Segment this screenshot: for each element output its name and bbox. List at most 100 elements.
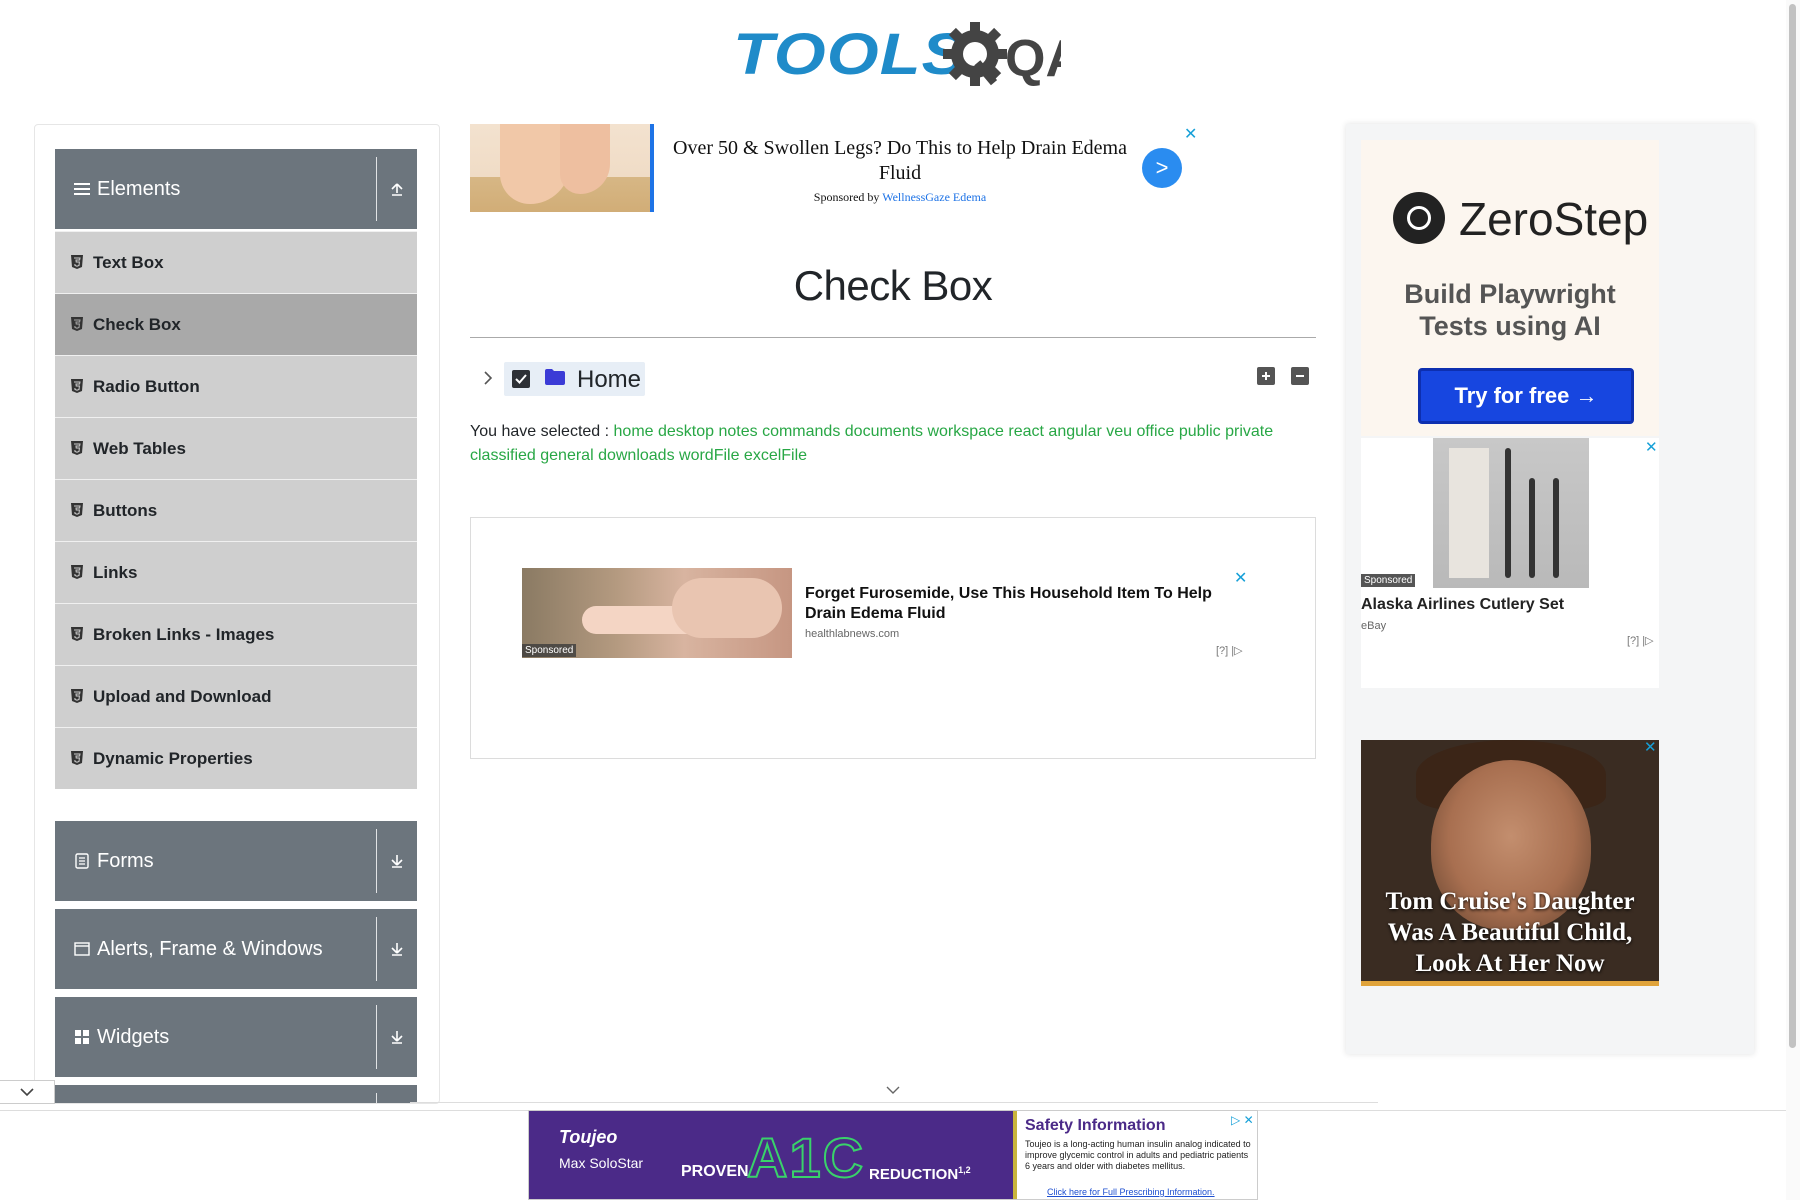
zerostep-tagline: Build Playwright Tests using AI: [1404, 279, 1616, 341]
sidebar: Elements Text Box Check Box Radio Button…: [34, 124, 440, 1104]
html5-icon: [71, 378, 85, 395]
tree-node-home: Home: [470, 362, 1316, 396]
bottom-ad-banner[interactable]: Toujeo Max SoloStar PROVEN A1C REDUCTION…: [528, 1110, 1258, 1200]
chevron-down-icon[interactable]: [885, 1083, 901, 1095]
ad-headline: Tom Cruise's Daughter Was A Beautiful Ch…: [1385, 888, 1635, 977]
ad-close-icon[interactable]: ▷ ✕: [1231, 1113, 1254, 1127]
expand-all-button[interactable]: [1257, 367, 1275, 385]
collapse-arrow-icon[interactable]: [385, 177, 409, 201]
html5-icon: [71, 564, 85, 581]
sidebar-item-label: Text Box: [93, 252, 164, 272]
tree-node-label[interactable]: Home: [577, 366, 641, 394]
sidebar-item-buttons[interactable]: Buttons: [55, 479, 417, 541]
group-forms-header[interactable]: Forms: [55, 821, 417, 901]
chevron-right-icon[interactable]: [480, 370, 496, 386]
ad-sponsored-line: Sponsored by WellnessGaze Edema: [665, 190, 1135, 205]
group-next-header[interactable]: [55, 1085, 417, 1103]
try-for-free-button[interactable]: Try for free →: [1418, 368, 1634, 424]
widgets-icon: [73, 1028, 91, 1046]
ad-close-icon[interactable]: ✕: [1645, 438, 1658, 456]
ad-sponsor[interactable]: WellnessGaze Edema: [882, 190, 986, 204]
sidebar-item-label: Check Box: [93, 314, 181, 334]
scrollbar-thumb[interactable]: [1789, 4, 1796, 1048]
header-divider: [376, 1005, 377, 1069]
html5-icon: [71, 750, 85, 767]
sidebar-item-label: Buttons: [93, 500, 158, 520]
zerostep-logo-icon: [1393, 192, 1445, 244]
sidebar-item-links[interactable]: Links: [55, 541, 417, 603]
collapse-sidebar-button[interactable]: [0, 1080, 55, 1104]
sidebar-item-label: Radio Button: [93, 376, 200, 396]
html5-icon: [71, 254, 85, 271]
collapse-all-button[interactable]: [1291, 367, 1309, 385]
ad-promo-panel: Toujeo Max SoloStar PROVEN A1C REDUCTION…: [529, 1111, 1013, 1199]
ad-headline[interactable]: Forget Furosemide, Use This Household It…: [805, 584, 1225, 624]
ad-reduction: REDUCTION1,2: [869, 1165, 971, 1183]
ad-brand-sub: Max SoloStar: [559, 1155, 644, 1171]
gear-logo-icon: QA: [943, 22, 1061, 88]
page-scrollbar[interactable]: [1786, 0, 1800, 1200]
sidebar-item-upload-download[interactable]: Upload and Download: [55, 665, 417, 727]
ad-image: [470, 124, 654, 212]
celebrity-ad[interactable]: Tom Cruise's Daughter Was A Beautiful Ch…: [1361, 740, 1659, 986]
expand-arrow-icon[interactable]: [385, 937, 409, 961]
ad-headline: Over 50 & Swollen Legs? Do This to Help …: [673, 137, 1127, 184]
sidebar-item-broken-links[interactable]: Broken Links - Images: [55, 603, 417, 665]
group-forms-label: Forms: [97, 849, 154, 872]
window-icon: [73, 940, 91, 958]
html5-icon: [71, 440, 85, 457]
ad-a1c: A1C: [746, 1125, 866, 1190]
title-divider: [470, 337, 1316, 338]
group-elements-label: Elements: [97, 177, 181, 200]
sidebar-item-dynamic-properties[interactable]: Dynamic Properties: [55, 727, 417, 789]
divider: [410, 1102, 1378, 1103]
sidebar-item-text-box[interactable]: Text Box: [55, 231, 417, 293]
top-ad-banner[interactable]: Over 50 & Swollen Legs? Do This to Help …: [470, 124, 1200, 214]
ad-safety-body: Toujeo is a long-acting human insulin an…: [1025, 1139, 1251, 1171]
adchoices-icon[interactable]: [?] |▷: [1627, 634, 1654, 647]
header-divider: [376, 1093, 377, 1103]
html5-icon: [71, 502, 85, 519]
zerostep-ad[interactable]: ZeroStep Build Playwright Tests using AI…: [1361, 140, 1659, 436]
result-prefix: You have selected :: [470, 423, 610, 440]
sidebar-item-label: Links: [93, 562, 138, 582]
expand-arrow-icon[interactable]: [385, 1025, 409, 1049]
group-alerts-header[interactable]: Alerts, Frame & Windows: [55, 909, 417, 989]
ad-prescribing-link[interactable]: Click here for Full Prescribing Informat…: [1047, 1187, 1215, 1197]
html5-icon: [71, 688, 85, 705]
ad-proven: PROVEN: [681, 1163, 749, 1180]
sidebar-item-check-box[interactable]: Check Box: [55, 293, 417, 355]
ad-headline[interactable]: Alaska Airlines Cutlery Set: [1361, 596, 1564, 614]
group-elements-header[interactable]: Elements: [55, 149, 417, 229]
ad-sponsored-prefix: Sponsored by: [813, 190, 880, 204]
ad-close-icon[interactable]: ✕: [1234, 568, 1247, 588]
ad-source: eBay: [1361, 620, 1387, 632]
page-title: Check Box: [793, 262, 993, 309]
header-divider: [376, 157, 377, 221]
zerostep-name: ZeroStep: [1459, 193, 1649, 245]
checkbox-checked-icon[interactable]: [512, 370, 530, 388]
cutlery-ad[interactable]: Sponsored Alaska Airlines Cutlery Set eB…: [1361, 438, 1659, 688]
group-widgets-header[interactable]: Widgets: [55, 997, 417, 1077]
sidebar-item-web-tables[interactable]: Web Tables: [55, 417, 417, 479]
ad-sponsored-badge: Sponsored: [1361, 574, 1416, 587]
sidebar-item-radio-button[interactable]: Radio Button: [55, 355, 417, 417]
sidebar-item-label: Upload and Download: [93, 686, 272, 706]
header-divider: [376, 829, 377, 893]
header-divider: [376, 917, 377, 981]
html5-icon: [71, 316, 85, 333]
adchoices-icon[interactable]: [?] |▷: [1216, 644, 1243, 657]
toolsqa-logo[interactable]: TOOLS QA: [733, 14, 1061, 94]
ad-close-icon[interactable]: ✕: [1184, 124, 1197, 144]
ad-close-icon[interactable]: ✕: [1644, 738, 1657, 756]
group-alerts-label: Alerts, Frame & Windows: [97, 937, 323, 960]
ad-brand: Toujeo: [559, 1127, 618, 1147]
hamburger-icon: [73, 180, 91, 198]
ad-go-button[interactable]: >: [1142, 148, 1182, 188]
mid-ad-card[interactable]: Sponsored Forget Furosemide, Use This Ho…: [470, 517, 1316, 759]
page: TOOLS QA: [0, 0, 1800, 1200]
right-ad-column: ZeroStep Build Playwright Tests using AI…: [1346, 124, 1754, 1054]
ad-sponsored-badge: Sponsored: [522, 644, 577, 657]
ad-image: [1433, 438, 1589, 588]
expand-arrow-icon[interactable]: [385, 849, 409, 873]
